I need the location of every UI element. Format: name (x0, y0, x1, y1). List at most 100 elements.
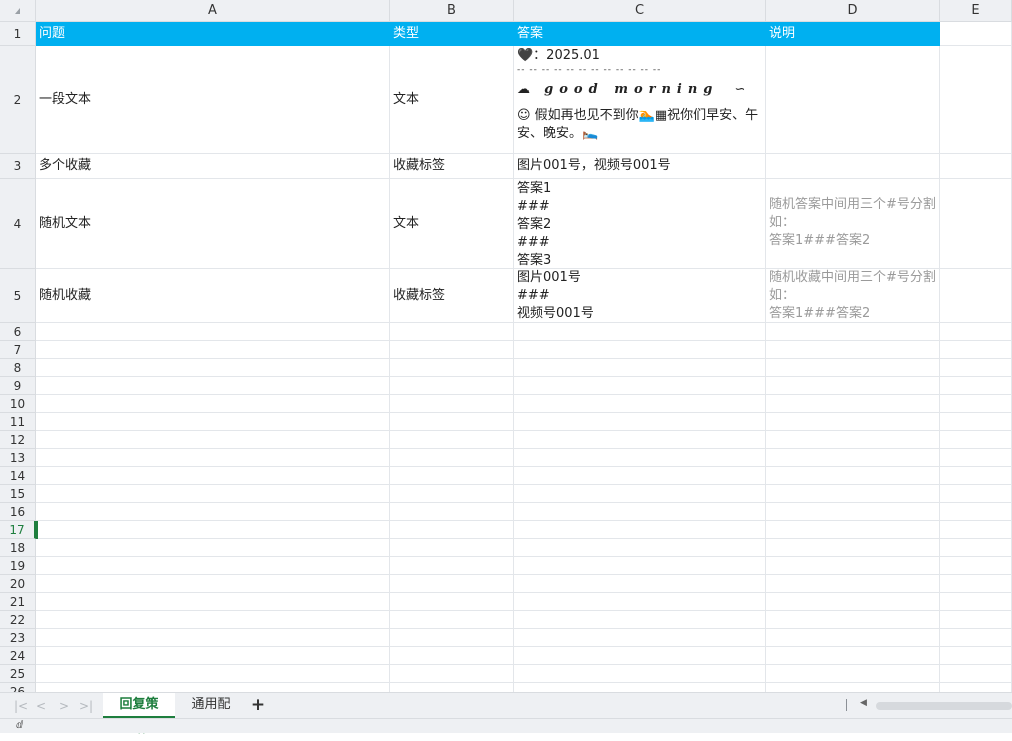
empty-cell[interactable] (36, 611, 390, 629)
empty-cell[interactable] (36, 341, 390, 359)
row-header-17[interactable]: 17 (0, 521, 36, 539)
cell-e2[interactable] (940, 46, 1012, 154)
empty-cell[interactable] (940, 359, 1012, 377)
empty-cell[interactable] (940, 377, 1012, 395)
cell-e3[interactable] (940, 154, 1012, 179)
empty-cell[interactable] (514, 449, 766, 467)
empty-cell[interactable] (390, 377, 514, 395)
empty-cell[interactable] (390, 683, 514, 692)
column-header-a[interactable]: A (36, 0, 390, 22)
empty-cell[interactable] (940, 539, 1012, 557)
cell-b3[interactable]: 收藏标签 (390, 154, 514, 179)
empty-cell[interactable] (390, 467, 514, 485)
row-header-22[interactable]: 22 (0, 611, 36, 629)
empty-cell[interactable] (766, 449, 940, 467)
empty-cell[interactable] (390, 593, 514, 611)
empty-cell[interactable] (390, 557, 514, 575)
empty-cell[interactable] (940, 485, 1012, 503)
empty-cell[interactable] (514, 665, 766, 683)
row-header-23[interactable]: 23 (0, 629, 36, 647)
row-header-11[interactable]: 11 (0, 413, 36, 431)
cell-b2[interactable]: 文本 (390, 46, 514, 154)
empty-cell[interactable] (766, 539, 940, 557)
empty-cell[interactable] (36, 503, 390, 521)
empty-cell[interactable] (36, 323, 390, 341)
empty-cell[interactable] (940, 575, 1012, 593)
empty-cell[interactable] (36, 575, 390, 593)
empty-cell[interactable] (390, 431, 514, 449)
cell-c3[interactable]: 图片001号，视频号001号 (514, 154, 766, 179)
empty-cell[interactable] (514, 485, 766, 503)
horizontal-scrollbar[interactable] (876, 702, 1012, 710)
row-header-2[interactable]: 2 (0, 46, 36, 154)
empty-cell[interactable] (766, 611, 940, 629)
empty-cell[interactable] (390, 647, 514, 665)
empty-cell[interactable] (940, 413, 1012, 431)
cell-e4[interactable] (940, 179, 1012, 269)
cell-a1[interactable]: 问题 (36, 22, 390, 46)
empty-cell[interactable] (514, 593, 766, 611)
row-header-7[interactable]: 7 (0, 341, 36, 359)
empty-cell[interactable] (390, 539, 514, 557)
empty-cell[interactable] (766, 593, 940, 611)
empty-cell[interactable] (514, 503, 766, 521)
empty-cell[interactable] (390, 395, 514, 413)
empty-cell[interactable] (940, 449, 1012, 467)
empty-cell[interactable] (766, 521, 940, 539)
empty-cell[interactable] (940, 323, 1012, 341)
empty-cell[interactable] (514, 467, 766, 485)
empty-cell[interactable] (36, 593, 390, 611)
empty-cell[interactable] (36, 467, 390, 485)
row-header-15[interactable]: 15 (0, 485, 36, 503)
empty-cell[interactable] (766, 377, 940, 395)
empty-cell[interactable] (940, 593, 1012, 611)
tab-general-config[interactable]: 通用配置 (175, 693, 247, 736)
cell-c1[interactable]: 答案 (514, 22, 766, 46)
tab-reply-strategy[interactable]: 回复策略 (103, 693, 175, 736)
empty-cell[interactable] (766, 629, 940, 647)
empty-cell[interactable] (390, 521, 514, 539)
empty-cell[interactable] (514, 575, 766, 593)
column-header-e[interactable]: E (940, 0, 1012, 22)
empty-cell[interactable] (390, 503, 514, 521)
empty-cell[interactable] (390, 323, 514, 341)
empty-cell[interactable] (36, 431, 390, 449)
empty-cell[interactable] (514, 683, 766, 692)
cell-d3[interactable] (766, 154, 940, 179)
cell-c2[interactable]: 🖤：2025.01 -- -- -- -- -- -- -- -- -- -- … (514, 46, 766, 154)
cell-c5[interactable]: 图片001号 ### 视频号001号 (514, 269, 766, 323)
cell-d2[interactable] (766, 46, 940, 154)
row-header-6[interactable]: 6 (0, 323, 36, 341)
cell-b1[interactable]: 类型 (390, 22, 514, 46)
row-header-8[interactable]: 8 (0, 359, 36, 377)
empty-cell[interactable] (36, 683, 390, 692)
spreadsheet-grid[interactable]: A B C D E 1 2 3 4 5 6 7 8 9 10 11 12 13 14 15 16 17 18 19 2… (0, 0, 1012, 692)
scrollbar-divider[interactable] (846, 699, 847, 711)
empty-cell[interactable] (514, 359, 766, 377)
empty-cell[interactable] (940, 503, 1012, 521)
empty-cell[interactable] (514, 539, 766, 557)
row-header-3[interactable]: 3 (0, 154, 36, 179)
row-header-12[interactable]: 12 (0, 431, 36, 449)
empty-cell[interactable] (514, 629, 766, 647)
empty-cell[interactable] (36, 539, 390, 557)
row-header-20[interactable]: 20 (0, 575, 36, 593)
row-header-1[interactable]: 1 (0, 22, 36, 46)
last-sheet-icon[interactable]: >| (77, 697, 95, 715)
empty-cell[interactable] (940, 467, 1012, 485)
empty-cell[interactable] (766, 341, 940, 359)
empty-cell[interactable] (940, 683, 1012, 692)
row-header-19[interactable]: 19 (0, 557, 36, 575)
select-all-corner[interactable] (0, 0, 36, 22)
row-header-14[interactable]: 14 (0, 467, 36, 485)
empty-cell[interactable] (766, 359, 940, 377)
empty-cell[interactable] (36, 395, 390, 413)
empty-cell[interactable] (390, 413, 514, 431)
row-header-24[interactable]: 24 (0, 647, 36, 665)
empty-cell[interactable] (766, 503, 940, 521)
cell-a3[interactable]: 多个收藏 (36, 154, 390, 179)
empty-cell[interactable] (766, 485, 940, 503)
row-header-26[interactable]: 26 (0, 683, 36, 692)
column-header-b[interactable]: B (390, 0, 514, 22)
empty-cell[interactable] (390, 665, 514, 683)
